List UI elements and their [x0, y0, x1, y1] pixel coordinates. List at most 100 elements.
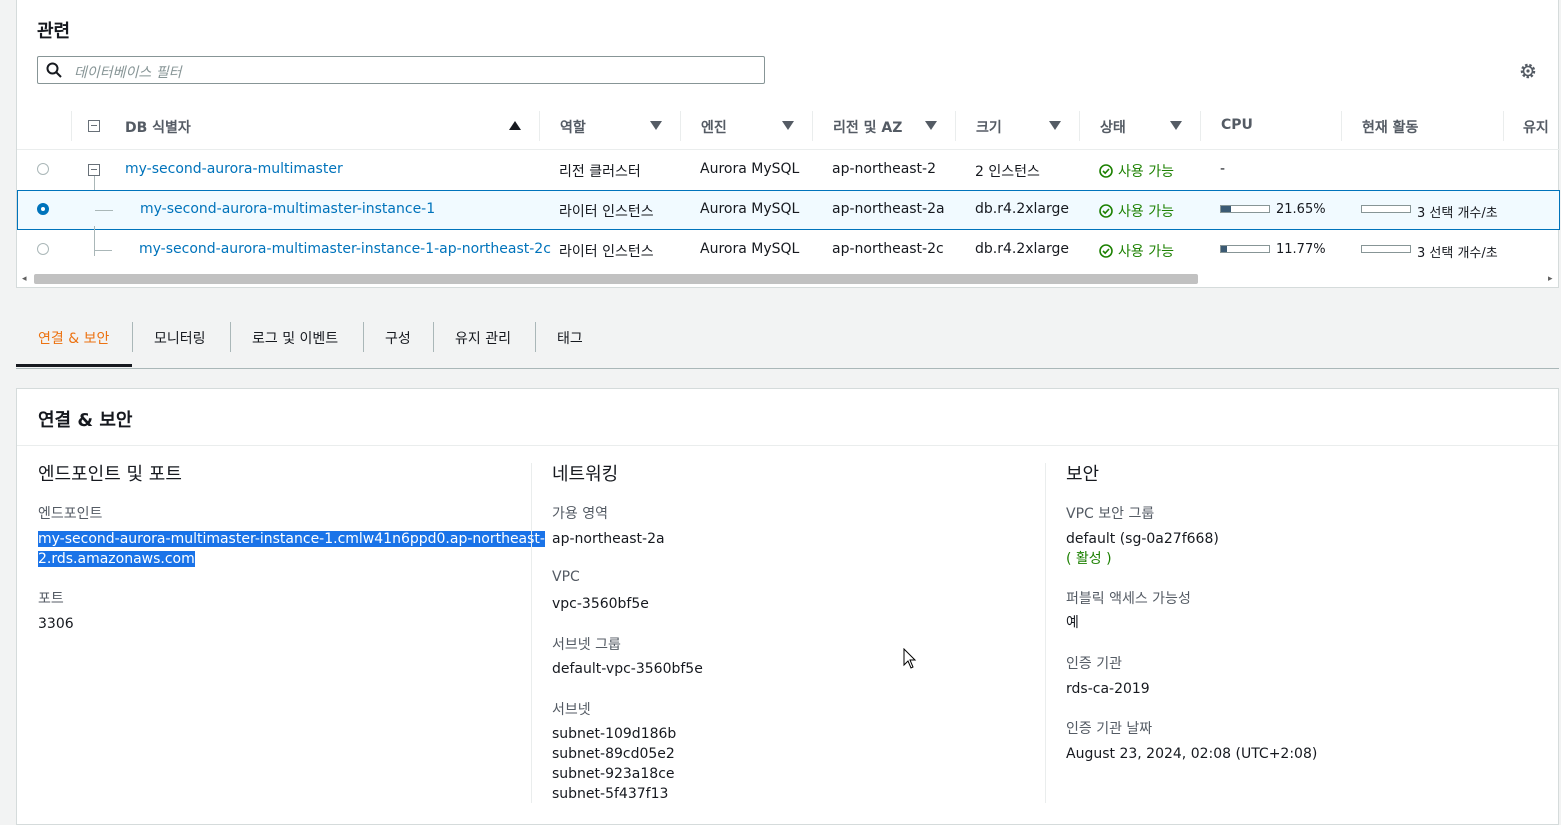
region-cell: ap-northeast-2 — [832, 161, 937, 177]
collapse-icon[interactable] — [88, 164, 100, 176]
engine-cell: Aurora MySQL — [700, 161, 800, 177]
networking-heading: 네트워킹 — [552, 464, 619, 485]
table-row-selected[interactable]: my-second-aurora-multimaster-instance-1 … — [17, 190, 1560, 230]
tab-maintenance[interactable]: 유지 관리 — [455, 328, 511, 348]
db-identifier-link[interactable]: my-second-aurora-multimaster — [125, 161, 343, 177]
sort-region-icon[interactable] — [925, 121, 937, 130]
subnet-link[interactable]: subnet-109d186b — [552, 724, 676, 744]
db-identifier-link[interactable]: my-second-aurora-multimaster-instance-1-… — [139, 241, 551, 257]
port-label: 포트 — [38, 591, 64, 607]
col-maintenance[interactable]: 유지 — [1523, 117, 1553, 137]
scroll-right-icon[interactable]: ▸ — [1548, 274, 1553, 284]
activity-cell: 3 선택 개수/초 — [1417, 206, 1498, 221]
sort-size-icon[interactable] — [1049, 121, 1061, 130]
ca-value: rds-ca-2019 — [1066, 681, 1150, 697]
check-circle-icon — [1099, 244, 1113, 258]
row-radio[interactable] — [37, 243, 49, 255]
engine-cell: Aurora MySQL — [700, 201, 800, 217]
status-cell: 사용 가능 — [1099, 241, 1174, 261]
connectivity-security-panel: 연결 & 보안 엔드포인트 및 포트 엔드포인트 my-second-auror… — [16, 388, 1559, 825]
subnet-link[interactable]: subnet-5f437f13 — [552, 784, 668, 804]
scrollbar-thumb[interactable] — [34, 274, 1198, 284]
search-icon — [46, 62, 62, 78]
subnet-link[interactable]: subnet-89cd05e2 — [552, 744, 675, 764]
col-engine[interactable]: 엔진 — [701, 117, 727, 137]
check-circle-icon — [1099, 164, 1113, 178]
sort-status-icon[interactable] — [1170, 121, 1182, 130]
az-label: 가용 영역 — [552, 506, 608, 522]
collapse-all-icon[interactable] — [88, 120, 100, 132]
cpu-bar-fill — [1221, 206, 1232, 212]
cpu-bar-fill — [1221, 246, 1227, 252]
region-cell: ap-northeast-2a — [832, 201, 945, 217]
subnet-link[interactable]: subnet-923a18ce — [552, 764, 675, 784]
subnet-group-label: 서브넷 그룹 — [552, 637, 621, 653]
cpu-bar — [1220, 205, 1270, 213]
details-title: 연결 & 보안 — [38, 410, 133, 431]
col-region-az[interactable]: 리전 및 AZ — [833, 117, 902, 137]
scroll-left-icon[interactable]: ◂ — [22, 274, 27, 284]
subnets-label: 서브넷 — [552, 702, 591, 718]
size-cell: db.r4.2xlarge — [975, 241, 1070, 257]
port-value: 3306 — [38, 616, 74, 632]
search-placeholder: 데이터베이스 필터 — [74, 65, 182, 81]
sort-ascending-icon[interactable] — [509, 121, 521, 130]
table-row[interactable]: my-second-aurora-multimaster-instance-1-… — [17, 226, 1560, 270]
size-cell: db.r4.2xlarge — [975, 201, 1070, 217]
vpc-label: VPC — [552, 569, 580, 585]
security-heading: 보안 — [1066, 464, 1100, 485]
region-cell: ap-northeast-2c — [832, 241, 944, 257]
status-cell: 사용 가능 — [1099, 201, 1174, 221]
col-status[interactable]: 상태 — [1100, 117, 1126, 137]
endpoint-label: 엔드포인트 — [38, 506, 103, 522]
cpu-cell: 11.77% — [1276, 242, 1326, 257]
endpoint-value[interactable]: my-second-aurora-multimaster-instance-1.… — [38, 529, 545, 569]
cpu-bar — [1220, 245, 1270, 253]
db-identifier-link[interactable]: my-second-aurora-multimaster-instance-1 — [140, 201, 435, 217]
endpoint-port-heading: 엔드포인트 및 포트 — [38, 464, 182, 485]
database-filter-input[interactable]: 데이터베이스 필터 — [37, 56, 765, 84]
subnet-group-value: default-vpc-3560bf5e — [552, 661, 703, 677]
tab-tags[interactable]: 태그 — [557, 328, 583, 348]
check-circle-icon — [1099, 204, 1113, 218]
col-activity[interactable]: 현재 활동 — [1362, 117, 1418, 137]
activity-bar — [1361, 245, 1411, 253]
security-group-label: VPC 보안 그룹 — [1066, 506, 1155, 522]
gear-icon[interactable] — [1519, 62, 1537, 80]
row-radio-selected[interactable] — [37, 203, 49, 215]
tab-configuration[interactable]: 구성 — [385, 328, 411, 348]
sort-role-icon[interactable] — [650, 121, 662, 130]
ca-label: 인증 기관 — [1066, 656, 1122, 672]
active-tab-underline — [16, 364, 132, 367]
row-radio[interactable] — [37, 163, 49, 175]
az-value: ap-northeast-2a — [552, 531, 665, 547]
tab-logs-events[interactable]: 로그 및 이벤트 — [252, 328, 338, 348]
sort-engine-icon[interactable] — [782, 121, 794, 130]
related-panel: 관련 데이터베이스 필터 DB 식별자 역할 엔진 리전 및 AZ 크기 상태 — [16, 0, 1560, 288]
tab-connectivity-security[interactable]: 연결 & 보안 — [38, 328, 109, 348]
table-header: DB 식별자 역할 엔진 리전 및 AZ 크기 상태 CPU 현재 활동 유지 — [17, 103, 1560, 150]
size-cell: 2 인스턴스 — [975, 164, 1040, 180]
ca-date-label: 인증 기관 날짜 — [1066, 721, 1153, 737]
public-access-label: 퍼블릭 액세스 가능성 — [1066, 591, 1191, 607]
public-access-value: 예 — [1066, 615, 1079, 631]
cpu-cell: - — [1220, 161, 1226, 177]
horizontal-scrollbar[interactable]: ◂ ▸ — [20, 272, 1557, 286]
col-db-identifier[interactable]: DB 식별자 — [125, 117, 191, 137]
tab-monitoring[interactable]: 모니터링 — [154, 328, 206, 348]
engine-cell: Aurora MySQL — [700, 241, 800, 257]
table-row[interactable]: my-second-aurora-multimaster 리전 클러스터 Aur… — [17, 150, 1560, 256]
col-role[interactable]: 역할 — [560, 117, 586, 137]
vpc-link[interactable]: vpc-3560bf5e — [552, 594, 649, 614]
security-group-link[interactable]: default (sg-0a27f668) — [1066, 529, 1219, 549]
col-cpu[interactable]: CPU — [1221, 117, 1253, 133]
role-cell: 리전 클러스터 — [559, 164, 641, 180]
activity-cell: 3 선택 개수/초 — [1417, 246, 1498, 261]
col-size[interactable]: 크기 — [976, 117, 1002, 137]
role-cell: 라이터 인스턴스 — [559, 244, 654, 260]
cpu-cell: 21.65% — [1276, 202, 1326, 217]
related-title: 관련 — [37, 21, 71, 42]
security-group-state: ( 활성 ) — [1066, 551, 1112, 567]
ca-date-value: August 23, 2024, 02:08 (UTC+2:08) — [1066, 746, 1318, 762]
role-cell: 라이터 인스턴스 — [559, 204, 654, 220]
